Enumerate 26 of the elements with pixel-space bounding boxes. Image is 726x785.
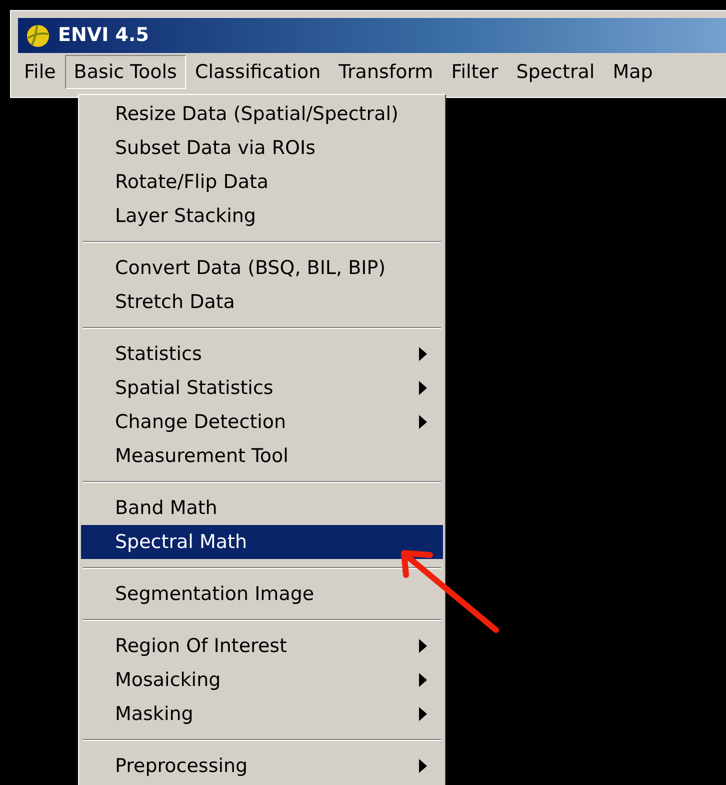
menu-item[interactable]: Masking <box>81 697 443 731</box>
window-title: ENVI 4.5 <box>58 23 149 48</box>
menu-item[interactable]: Stretch Data <box>81 285 443 319</box>
menu-item[interactable]: Band Math <box>81 491 443 525</box>
menu-bar-item[interactable]: File <box>15 55 65 89</box>
menu-bar-item[interactable]: Transform <box>330 55 442 89</box>
menu-item[interactable]: Segmentation Image <box>81 577 443 611</box>
menu-item[interactable]: Preprocessing <box>81 749 443 783</box>
menu-item[interactable]: Spectral Math <box>81 525 443 559</box>
menu-item[interactable]: Mosaicking <box>81 663 443 697</box>
menu-bar-item[interactable]: Classification <box>186 55 330 89</box>
menu-bar-item[interactable]: Basic Tools <box>64 55 186 89</box>
menu-item[interactable]: Change Detection <box>81 405 443 439</box>
menu-item[interactable]: Rotate/Flip Data <box>81 165 443 199</box>
menu-item[interactable]: Resize Data (Spatial/Spectral) <box>81 97 443 131</box>
menu-item[interactable]: Spatial Statistics <box>81 371 443 405</box>
menu-item[interactable]: Measurement Tool <box>81 439 443 473</box>
menu-bar-item[interactable]: Spectral <box>507 55 604 89</box>
menu-item[interactable]: Convert Data (BSQ, BIL, BIP) <box>81 251 443 285</box>
menu-item[interactable]: Region Of Interest <box>81 629 443 663</box>
menu-bar-item[interactable]: Filter <box>442 55 508 89</box>
menu-bar-item[interactable]: Map <box>604 55 662 89</box>
menu-item[interactable]: Layer Stacking <box>81 199 443 233</box>
menu-item[interactable]: Subset Data via ROIs <box>81 131 443 165</box>
menu-item[interactable]: Statistics <box>81 337 443 371</box>
globe-icon <box>26 24 50 48</box>
